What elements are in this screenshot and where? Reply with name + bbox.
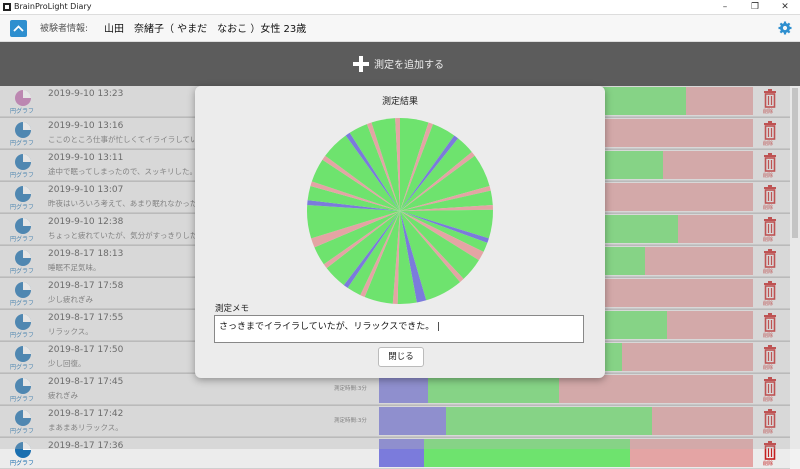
close-dialog-button[interactable]: 閉じる: [378, 347, 424, 367]
scrollbar-thumb[interactable]: [792, 88, 798, 238]
add-measurement-label: 測定を追加する: [374, 60, 444, 71]
subject-info-bar: 被験者情報: 山田 奈緒子（ やまだ なおこ ）女性 23歳: [0, 15, 800, 42]
close-window-button[interactable]: ✕: [770, 0, 800, 14]
plus-icon: [353, 56, 369, 72]
subject-info-label: 被験者情報:: [40, 24, 89, 34]
list-scrollbar[interactable]: [790, 86, 800, 449]
memo-label: 測定メモ: [215, 304, 250, 314]
minimize-button[interactable]: –: [710, 0, 740, 14]
window-title: BrainProLight Diary: [14, 2, 92, 11]
memo-text: さっきまでイライラしていたが、リラックスできた。: [219, 322, 435, 332]
chevron-up-icon: [13, 25, 24, 32]
app-icon: [3, 3, 11, 11]
memo-textarea[interactable]: さっきまでイライラしていたが、リラックスできた。 |: [214, 315, 584, 343]
gear-icon[interactable]: [778, 21, 792, 35]
window-controls: – ❐ ✕: [710, 0, 800, 14]
measurement-result-dialog: 測定結果 測定メモ さっきまでイライラしていたが、リラックスできた。 | 閉じる: [195, 86, 605, 378]
maximize-button[interactable]: ❐: [740, 0, 770, 14]
window-titlebar: BrainProLight Diary – ❐ ✕: [0, 0, 800, 15]
subject-info-value: 山田 奈緒子（ やまだ なおこ ）女性 23歳: [104, 24, 307, 35]
pie-chart-label: 円グラフ: [10, 460, 35, 467]
add-measurement-button[interactable]: 測定を追加する: [0, 42, 800, 86]
result-pie-chart: [307, 118, 493, 304]
collapse-button[interactable]: [10, 20, 27, 37]
dialog-title: 測定結果: [381, 97, 418, 107]
delete-label: 削除: [763, 461, 774, 467]
